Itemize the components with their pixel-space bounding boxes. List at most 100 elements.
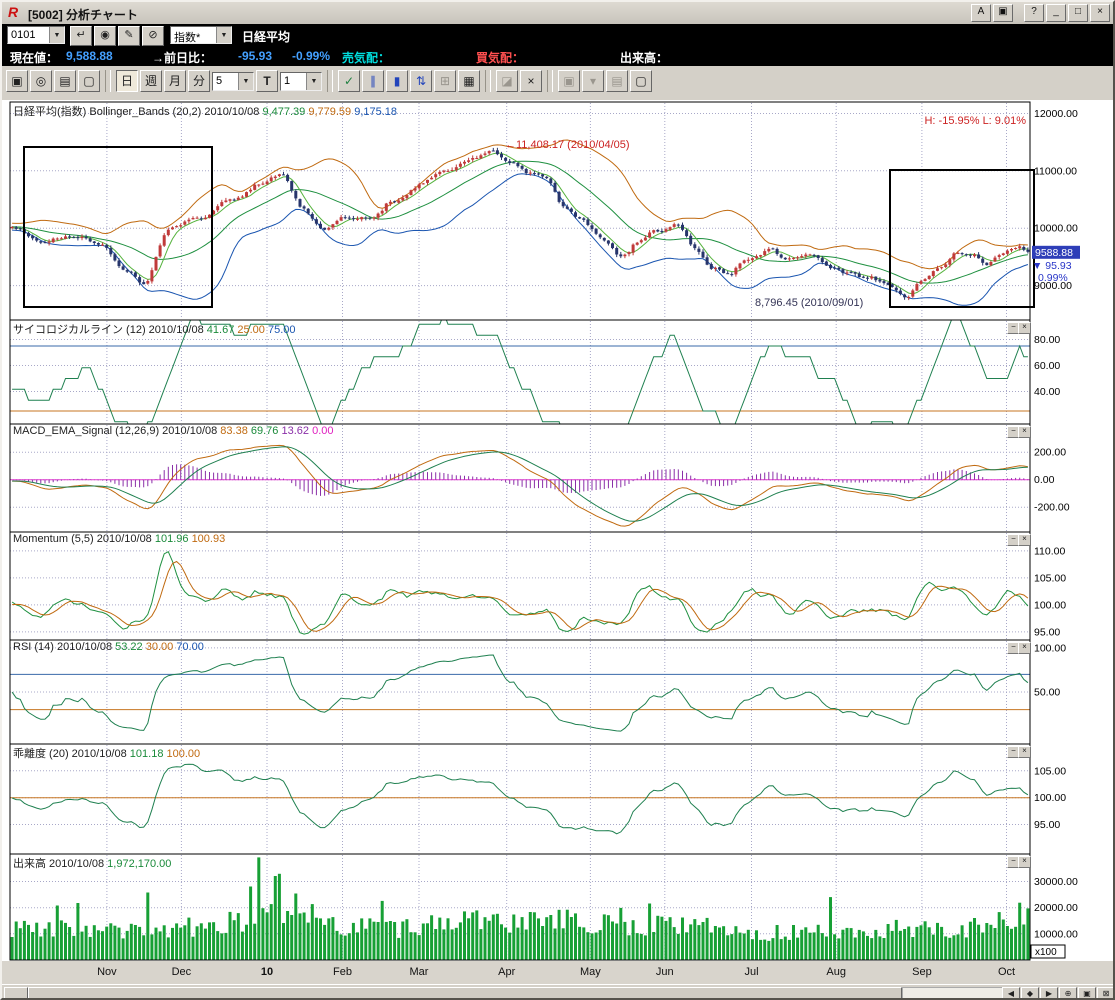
change-value: -95.93: [238, 49, 272, 63]
titlebar: R [5002] 分析チャート A▣?_□×: [2, 2, 1113, 25]
bar-count-combo[interactable]: 1▼: [280, 72, 322, 91]
svg-text:60.00: 60.00: [1034, 360, 1060, 372]
bar-count-combo-value: 1: [281, 73, 306, 90]
svg-text:20000.00: 20000.00: [1034, 902, 1078, 914]
svg-text:H: -15.95% L: 9.01%: H: -15.95% L: 9.01%: [924, 115, 1026, 127]
symbol-bar-buttons: ↵◉✎⊘: [70, 26, 164, 46]
draw-mode-button[interactable]: ⊘: [142, 26, 164, 46]
arrows-button[interactable]: ⇅: [410, 70, 432, 92]
close-button[interactable]: ×: [1090, 4, 1110, 22]
svg-text:Mar: Mar: [410, 966, 429, 978]
svg-text:Oct: Oct: [998, 966, 1015, 978]
edit-button[interactable]: ✎: [118, 26, 140, 46]
period-minute-button[interactable]: 分: [188, 70, 210, 92]
rsi-close-button[interactable]: ×: [1018, 642, 1031, 654]
symbol-code-value: 0101: [8, 27, 49, 43]
zoom-button[interactable]: ◎: [30, 70, 52, 92]
period-week-button[interactable]: 週: [140, 70, 162, 92]
svg-text:8,796.45 (2010/09/01): 8,796.45 (2010/09/01): [755, 297, 863, 309]
svg-text:200.00: 200.00: [1034, 447, 1066, 459]
enter-button[interactable]: ↵: [70, 26, 92, 46]
chart-area: 12000.0011000.0010000.009000.0080.0060.0…: [2, 100, 1115, 984]
close-chart-button[interactable]: ⊠: [1097, 987, 1115, 1000]
mom-close-button[interactable]: ×: [1018, 534, 1031, 546]
svg-text:95.00: 95.00: [1034, 626, 1060, 638]
index-type-combo[interactable]: 指数* ▼: [170, 26, 232, 44]
scrollbar-thumb[interactable]: [28, 987, 902, 1000]
zoom-in-button[interactable]: ⊕: [1059, 987, 1077, 1000]
print-button[interactable]: ▢: [630, 70, 652, 92]
svg-text:Apr: Apr: [498, 966, 515, 978]
maximize-button[interactable]: □: [1068, 4, 1088, 22]
scrollbar-track[interactable]: [902, 987, 1004, 1000]
minute-interval-combo[interactable]: 5▼: [212, 72, 254, 91]
psy-close-button[interactable]: ×: [1018, 322, 1031, 334]
svg-text:12000.00: 12000.00: [1034, 108, 1078, 120]
svg-text:Nov: Nov: [97, 966, 117, 978]
help-button[interactable]: ?: [1024, 4, 1044, 22]
horizontal-scrollbar[interactable]: ◀◆▶⊕▣⊠: [2, 984, 1115, 1000]
bar-count-combo-arrow[interactable]: ▼: [306, 73, 321, 90]
svg-text:Feb: Feb: [333, 966, 352, 978]
text-annotation-button[interactable]: T: [256, 70, 278, 92]
svg-text:10: 10: [261, 966, 273, 978]
font-button[interactable]: A: [971, 4, 991, 22]
titlebar-gap: [1015, 4, 1022, 22]
symbol-code-dropdown-arrow[interactable]: ▼: [49, 27, 64, 43]
svg-text:▼ 95.93: ▼ 95.93: [1032, 260, 1072, 272]
window-title: [5002] 分析チャート: [28, 6, 138, 23]
svg-text:50.00: 50.00: [1034, 687, 1060, 699]
delete-button[interactable]: ×: [520, 70, 542, 92]
svg-text:110.00: 110.00: [1034, 545, 1065, 557]
index-type-dropdown-arrow[interactable]: ▼: [216, 27, 231, 43]
new-page-button[interactable]: ▢: [78, 70, 100, 92]
minute-interval-combo-arrow[interactable]: ▼: [238, 73, 253, 90]
vol-close-button[interactable]: ×: [1018, 856, 1031, 868]
window-layout-button: ▣: [558, 70, 580, 92]
index-type-value: 指数*: [171, 27, 216, 43]
chart-toolbar: ▣◎▤▢日週月分5▼T1▼✓∥▮⇅⊞▦◪×▣▾▤▢: [2, 66, 1113, 101]
kairi-close-button[interactable]: ×: [1018, 746, 1031, 758]
svg-text:←11,408.17 (2010/04/05): ←11,408.17 (2010/04/05): [505, 139, 630, 151]
restore-button[interactable]: ▣: [1078, 987, 1096, 1000]
macd-close-button[interactable]: ×: [1018, 426, 1031, 438]
layout-dropdown-button: ▾: [582, 70, 604, 92]
chart-window-button[interactable]: ▣: [6, 70, 28, 92]
svg-text:10000.00: 10000.00: [1034, 928, 1078, 940]
quote-status-bar: 現在値： 9,588.88 →前日比： -95.93 -0.99% 売気配： 買…: [2, 46, 1113, 66]
scrollbar-button-group: ◀◆▶⊕▣⊠: [1002, 987, 1115, 1000]
settings-button[interactable]: ▦: [458, 70, 480, 92]
scroll-center-button[interactable]: ◆: [1021, 987, 1039, 1000]
symbol-code-combo[interactable]: 0101 ▼: [7, 26, 65, 44]
minimize-button[interactable]: _: [1046, 4, 1066, 22]
series-macd: [12, 445, 1028, 526]
svg-text:Dec: Dec: [172, 966, 192, 978]
bar-chart-button[interactable]: ∥: [362, 70, 384, 92]
svg-text:0.99%: 0.99%: [1038, 272, 1068, 284]
svg-text:9588.88: 9588.88: [1035, 247, 1073, 259]
eraser-button: ◪: [496, 70, 518, 92]
copy-window-button[interactable]: ▣: [993, 4, 1013, 22]
toolbar-sep-1: [105, 70, 111, 92]
svg-text:105.00: 105.00: [1034, 765, 1066, 777]
svg-text:105.00: 105.00: [1034, 572, 1066, 584]
ask-label: 売気配：: [342, 49, 390, 66]
period-day-button[interactable]: 日: [116, 70, 138, 92]
scroll-right-button[interactable]: ▶: [1040, 987, 1058, 1000]
period-month-button[interactable]: 月: [164, 70, 186, 92]
toolbar-button-group: ▣◎▤▢日週月分5▼T1▼✓∥▮⇅⊞▦◪×▣▾▤▢: [6, 70, 652, 92]
line-chart-button[interactable]: ✓: [338, 70, 360, 92]
current-price-value: 9,588.88: [66, 49, 113, 63]
search-button[interactable]: ◉: [94, 26, 116, 46]
change-percent: -0.99%: [292, 49, 330, 63]
svg-text:-200.00: -200.00: [1034, 502, 1070, 514]
scrollbar-grip[interactable]: [4, 987, 28, 1000]
series-main: [11, 140, 1030, 305]
toolbar-sep-2: [327, 70, 333, 92]
scroll-left-button[interactable]: ◀: [1002, 987, 1020, 1000]
symbol-name: 日経平均: [242, 28, 290, 45]
candle-chart-button[interactable]: ▮: [386, 70, 408, 92]
series-kairi: [12, 764, 1028, 834]
copy-chart-button[interactable]: ▤: [54, 70, 76, 92]
svg-text:May: May: [580, 966, 601, 978]
